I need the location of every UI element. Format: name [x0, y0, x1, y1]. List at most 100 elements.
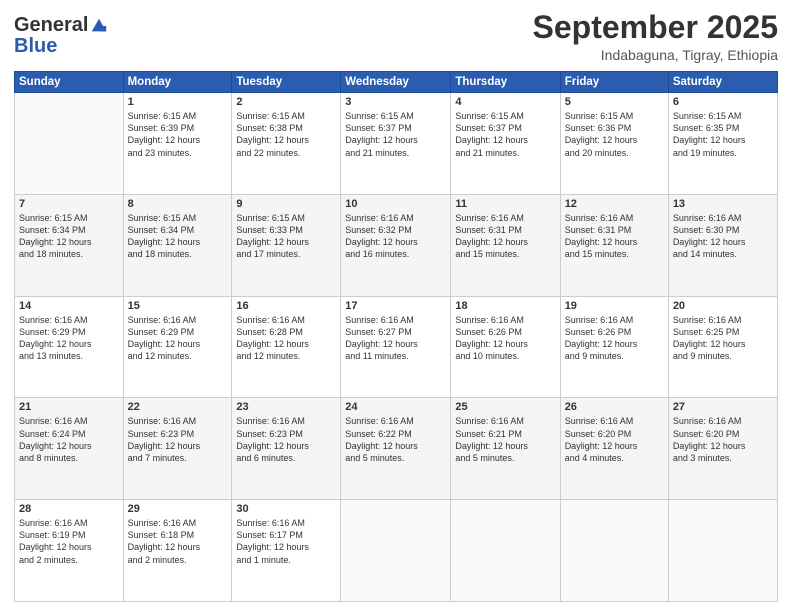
calendar-cell: 21Sunrise: 6:16 AM Sunset: 6:24 PM Dayli… [15, 398, 124, 500]
cell-info: Sunrise: 6:16 AM Sunset: 6:30 PM Dayligh… [673, 212, 773, 261]
cell-info: Sunrise: 6:16 AM Sunset: 6:29 PM Dayligh… [128, 314, 228, 363]
day-number: 6 [673, 96, 773, 108]
weekday-header: Monday [123, 72, 232, 93]
calendar-cell: 8 Sunrise: 6:15 AM Sunset: 6:34 PM Daylig… [123, 194, 232, 296]
calendar-cell: 12 Sunrise: 6:16 AM Sunset: 6:31 PM Dayli… [560, 194, 668, 296]
day-number: 8 [128, 198, 228, 210]
calendar-cell: 19 Sunrise: 6:16 AM Sunset: 6:26 PM Dayli… [560, 296, 668, 398]
cell-info: Sunrise: 6:16 AM Sunset: 6:20 PM Dayligh… [565, 415, 664, 464]
day-number: 1 [128, 96, 228, 108]
cell-info: Sunrise: 6:16 AM Sunset: 6:32 PM Dayligh… [345, 212, 446, 261]
day-number: 21 [19, 401, 119, 413]
cell-info: Sunrise: 6:15 AM Sunset: 6:35 PM Dayligh… [673, 110, 773, 159]
cell-info: Sunrise: 6:16 AM Sunset: 6:23 PM Dayligh… [236, 415, 336, 464]
calendar-cell: 16 Sunrise: 6:16 AM Sunset: 6:28 PM Dayli… [232, 296, 341, 398]
cell-info: Sunrise: 6:16 AM Sunset: 6:23 PM Dayligh… [128, 415, 228, 464]
day-number: 10 [345, 198, 446, 210]
calendar-week-row: 1 Sunrise: 6:15 AM Sunset: 6:39 PM Daylig… [15, 93, 778, 195]
calendar-cell: 10 Sunrise: 6:16 AM Sunset: 6:32 PM Dayli… [341, 194, 451, 296]
calendar-week-row: 7 Sunrise: 6:15 AM Sunset: 6:34 PM Daylig… [15, 194, 778, 296]
day-number: 3 [345, 96, 446, 108]
day-number: 12 [565, 198, 664, 210]
cell-info: Sunrise: 6:15 AM Sunset: 6:39 PM Dayligh… [128, 110, 228, 159]
logo-icon [90, 17, 108, 35]
day-number: 28 [19, 503, 119, 515]
day-number: 29 [128, 503, 228, 515]
logo: General Blue [14, 14, 108, 58]
day-number: 17 [345, 300, 446, 312]
location: Indabaguna, Tigray, Ethiopia [533, 47, 778, 63]
calendar-cell: 29 Sunrise: 6:16 AM Sunset: 6:18 PM Dayli… [123, 500, 232, 602]
calendar-cell: 4 Sunrise: 6:15 AM Sunset: 6:37 PM Daylig… [451, 93, 560, 195]
cell-info: Sunrise: 6:15 AM Sunset: 6:34 PM Dayligh… [19, 212, 119, 261]
logo-blue-text: Blue [14, 35, 57, 57]
day-number: 14 [19, 300, 119, 312]
day-number: 7 [19, 198, 119, 210]
calendar-cell: 7 Sunrise: 6:15 AM Sunset: 6:34 PM Daylig… [15, 194, 124, 296]
cell-info: Sunrise: 6:15 AM Sunset: 6:37 PM Dayligh… [345, 110, 446, 159]
day-number: 11 [455, 198, 555, 210]
calendar-cell [560, 500, 668, 602]
day-number: 22 [128, 401, 228, 413]
cell-info: Sunrise: 6:16 AM Sunset: 6:19 PM Dayligh… [19, 517, 119, 566]
calendar-header-row: SundayMondayTuesdayWednesdayThursdayFrid… [15, 72, 778, 93]
calendar-week-row: 14 Sunrise: 6:16 AM Sunset: 6:29 PM Dayli… [15, 296, 778, 398]
calendar-cell: 26 Sunrise: 6:16 AM Sunset: 6:20 PM Dayli… [560, 398, 668, 500]
calendar-cell: 5Sunrise: 6:15 AM Sunset: 6:36 PM Daylig… [560, 93, 668, 195]
title-area: September 2025 Indabaguna, Tigray, Ethio… [533, 10, 778, 63]
day-number: 20 [673, 300, 773, 312]
cell-info: Sunrise: 6:16 AM Sunset: 6:27 PM Dayligh… [345, 314, 446, 363]
logo-general-text: General [14, 14, 88, 37]
calendar-cell: 9Sunrise: 6:15 AM Sunset: 6:33 PM Daylig… [232, 194, 341, 296]
day-number: 25 [455, 401, 555, 413]
calendar-cell: 27 Sunrise: 6:16 AM Sunset: 6:20 PM Dayli… [668, 398, 777, 500]
calendar-cell [668, 500, 777, 602]
cell-info: Sunrise: 6:16 AM Sunset: 6:21 PM Dayligh… [455, 415, 555, 464]
cell-info: Sunrise: 6:16 AM Sunset: 6:25 PM Dayligh… [673, 314, 773, 363]
calendar-page: General Blue September 2025 Indabaguna, … [0, 0, 792, 612]
weekday-header: Thursday [451, 72, 560, 93]
cell-info: Sunrise: 6:15 AM Sunset: 6:34 PM Dayligh… [128, 212, 228, 261]
weekday-header: Saturday [668, 72, 777, 93]
calendar-cell: 23 Sunrise: 6:16 AM Sunset: 6:23 PM Dayli… [232, 398, 341, 500]
day-number: 5 [565, 96, 664, 108]
calendar-cell: 17 Sunrise: 6:16 AM Sunset: 6:27 PM Dayli… [341, 296, 451, 398]
calendar-week-row: 21Sunrise: 6:16 AM Sunset: 6:24 PM Dayli… [15, 398, 778, 500]
calendar-cell: 28 Sunrise: 6:16 AM Sunset: 6:19 PM Dayli… [15, 500, 124, 602]
calendar-cell: 30 Sunrise: 6:16 AM Sunset: 6:17 PM Dayli… [232, 500, 341, 602]
calendar-cell [341, 500, 451, 602]
cell-info: Sunrise: 6:16 AM Sunset: 6:26 PM Dayligh… [565, 314, 664, 363]
day-number: 26 [565, 401, 664, 413]
day-number: 4 [455, 96, 555, 108]
calendar-cell: 1 Sunrise: 6:15 AM Sunset: 6:39 PM Daylig… [123, 93, 232, 195]
calendar-cell: 6 Sunrise: 6:15 AM Sunset: 6:35 PM Daylig… [668, 93, 777, 195]
cell-info: Sunrise: 6:16 AM Sunset: 6:29 PM Dayligh… [19, 314, 119, 363]
cell-info: Sunrise: 6:16 AM Sunset: 6:26 PM Dayligh… [455, 314, 555, 363]
month-title: September 2025 [533, 10, 778, 45]
calendar-table: SundayMondayTuesdayWednesdayThursdayFrid… [14, 71, 778, 602]
cell-info: Sunrise: 6:16 AM Sunset: 6:18 PM Dayligh… [128, 517, 228, 566]
day-number: 18 [455, 300, 555, 312]
header: General Blue September 2025 Indabaguna, … [14, 10, 778, 63]
weekday-header: Tuesday [232, 72, 341, 93]
calendar-cell: 14 Sunrise: 6:16 AM Sunset: 6:29 PM Dayli… [15, 296, 124, 398]
day-number: 15 [128, 300, 228, 312]
calendar-cell: 20 Sunrise: 6:16 AM Sunset: 6:25 PM Dayli… [668, 296, 777, 398]
calendar-cell: 22 Sunrise: 6:16 AM Sunset: 6:23 PM Dayli… [123, 398, 232, 500]
day-number: 23 [236, 401, 336, 413]
cell-info: Sunrise: 6:15 AM Sunset: 6:37 PM Dayligh… [455, 110, 555, 159]
cell-info: Sunrise: 6:16 AM Sunset: 6:28 PM Dayligh… [236, 314, 336, 363]
cell-info: Sunrise: 6:16 AM Sunset: 6:22 PM Dayligh… [345, 415, 446, 464]
calendar-cell: 13Sunrise: 6:16 AM Sunset: 6:30 PM Dayli… [668, 194, 777, 296]
day-number: 19 [565, 300, 664, 312]
cell-info: Sunrise: 6:16 AM Sunset: 6:20 PM Dayligh… [673, 415, 773, 464]
calendar-cell: 24 Sunrise: 6:16 AM Sunset: 6:22 PM Dayli… [341, 398, 451, 500]
day-number: 30 [236, 503, 336, 515]
calendar-cell [451, 500, 560, 602]
day-number: 24 [345, 401, 446, 413]
day-number: 16 [236, 300, 336, 312]
cell-info: Sunrise: 6:16 AM Sunset: 6:31 PM Dayligh… [565, 212, 664, 261]
day-number: 27 [673, 401, 773, 413]
weekday-header: Friday [560, 72, 668, 93]
cell-info: Sunrise: 6:16 AM Sunset: 6:17 PM Dayligh… [236, 517, 336, 566]
